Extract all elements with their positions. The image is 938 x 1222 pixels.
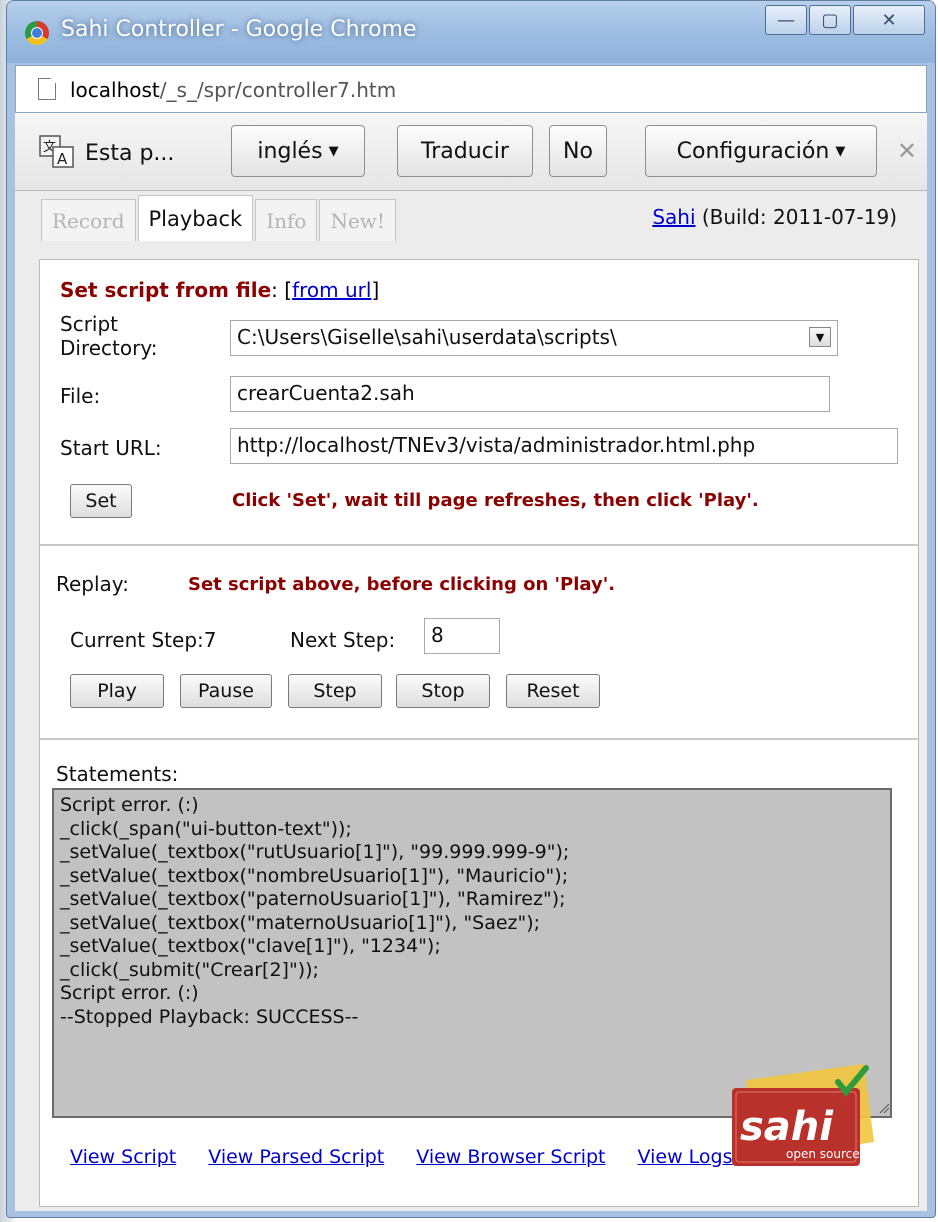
- view-browser-script-link[interactable]: View Browser Script: [416, 1146, 605, 1168]
- translate-icon: 文 A: [39, 135, 74, 168]
- bracket-open: [: [284, 278, 293, 302]
- view-parsed-script-link[interactable]: View Parsed Script: [208, 1146, 384, 1168]
- chrome-logo-icon: [25, 21, 49, 45]
- statement-line: _setValue(_textbox("clave[1]"), "1234");: [60, 935, 441, 957]
- statement-line: _setValue(_textbox("rutUsuario[1]"), "99…: [60, 841, 570, 863]
- translate-button[interactable]: Traducir: [397, 125, 533, 177]
- statement-line: --Stopped Playback: SUCCESS--: [60, 1005, 359, 1028]
- url-text[interactable]: localhost/_s_/spr/controller7.htm: [70, 78, 396, 102]
- statement-line: Script error. (:): [60, 794, 199, 816]
- script-directory-label: Script Directory:: [60, 312, 157, 360]
- divider: [40, 544, 918, 546]
- resize-grip-icon[interactable]: [878, 1102, 890, 1114]
- statement-line: _setValue(_textbox("maternoUsuario[1]"),…: [60, 911, 541, 934]
- url-path: /_s_/spr/controller7.htm: [159, 78, 397, 102]
- maximize-button[interactable]: ▢: [809, 5, 851, 35]
- dropdown-caret-icon: ▼: [835, 143, 846, 159]
- page-content: Record Playback Info New! Sahi (Build: 2…: [15, 191, 927, 1211]
- heading-colon: :: [271, 278, 278, 302]
- build-version: (Build: 2011-07-19): [701, 205, 897, 229]
- next-step-label: Next Step:: [290, 628, 396, 652]
- statements-label: Statements:: [56, 762, 179, 786]
- set-script-title: Set script from file: [60, 278, 272, 302]
- maximize-icon: ▢: [821, 9, 839, 31]
- next-step-input[interactable]: 8: [424, 618, 500, 654]
- tab-new[interactable]: New!: [319, 199, 396, 241]
- script-directory-label-line2: Directory:: [60, 336, 158, 360]
- file-input[interactable]: crearCuenta2.sah: [230, 376, 830, 412]
- file-label: File:: [60, 384, 101, 408]
- browser-window: Sahi Controller - Google Chrome — ▢ ✕ lo…: [6, 0, 936, 1218]
- pause-button[interactable]: Pause: [180, 674, 272, 708]
- window-title: Sahi Controller - Google Chrome: [61, 17, 417, 42]
- chevron-down-icon[interactable]: ▼: [809, 327, 831, 347]
- current-step-value: 7: [203, 628, 217, 652]
- settings-dropdown[interactable]: Configuración ▼: [645, 125, 877, 177]
- script-directory-value: C:\Users\Giselle\sahi\userdata\scripts\: [237, 325, 617, 349]
- script-directory-select[interactable]: C:\Users\Giselle\sahi\userdata\scripts\ …: [230, 320, 838, 356]
- start-url-input[interactable]: http://localhost/TNEv3/vista/administrad…: [230, 428, 898, 464]
- close-icon: ✕: [881, 9, 897, 31]
- step-button[interactable]: Step: [288, 674, 382, 708]
- current-step-label: Current Step:: [70, 628, 204, 652]
- build-info: Sahi (Build: 2011-07-19): [652, 205, 897, 229]
- translate-button-label: Traducir: [421, 138, 509, 164]
- reset-button[interactable]: Reset: [506, 674, 600, 708]
- controller-tabs: Record Playback Info New!: [41, 195, 398, 243]
- stop-button[interactable]: Stop: [396, 674, 490, 708]
- tab-record[interactable]: Record: [41, 199, 136, 241]
- language-dropdown[interactable]: inglés ▼: [231, 125, 365, 177]
- translate-message: Esta p...: [85, 141, 175, 166]
- address-bar[interactable]: localhost/_s_/spr/controller7.htm: [15, 65, 927, 113]
- dropdown-caret-icon: ▼: [328, 143, 339, 159]
- no-button-label: No: [563, 138, 593, 164]
- set-button[interactable]: Set: [70, 484, 132, 518]
- minimize-icon: —: [777, 9, 795, 31]
- window-controls: — ▢ ✕: [765, 5, 925, 35]
- from-url-link[interactable]: from url: [292, 278, 371, 302]
- minimize-button[interactable]: —: [765, 5, 807, 35]
- statement-line: _click(_span("ui-button-text"));: [60, 817, 352, 840]
- page-icon: [38, 78, 56, 100]
- divider: [40, 738, 918, 740]
- playback-panel: Set script from file: [from url] Script …: [39, 259, 919, 1207]
- sahi-logo-subtext: open source: [786, 1147, 860, 1161]
- set-script-heading: Set script from file: [from url]: [60, 278, 379, 302]
- close-window-button[interactable]: ✕: [853, 5, 925, 35]
- replay-hint: Set script above, before clicking on 'Pl…: [188, 574, 616, 595]
- view-logs-link[interactable]: View Logs: [638, 1146, 733, 1168]
- statement-line: _setValue(_textbox("paternoUsuario[1]"),…: [60, 888, 566, 910]
- settings-label: Configuración: [676, 138, 830, 164]
- infobar-close-icon[interactable]: ✕: [897, 137, 917, 165]
- statement-line: _setValue(_textbox("nombreUsuario[1]"), …: [60, 864, 569, 887]
- set-hint: Click 'Set', wait till page refreshes, t…: [232, 490, 759, 511]
- translate-infobar: 文 A Esta p... inglés ▼ Traducir No Config…: [15, 113, 927, 191]
- tab-playback[interactable]: Playback: [137, 195, 254, 241]
- language-label: inglés: [257, 138, 323, 164]
- sahi-link[interactable]: Sahi: [652, 205, 695, 229]
- statement-line: _click(_submit("Crear[2]"));: [60, 958, 319, 981]
- play-button[interactable]: Play: [70, 674, 164, 708]
- script-directory-label-line1: Script: [60, 312, 119, 336]
- tab-info[interactable]: Info: [255, 199, 318, 241]
- no-button[interactable]: No: [549, 125, 607, 177]
- statement-line: Script error. (:): [60, 982, 199, 1004]
- bracket-close: ]: [371, 278, 380, 302]
- sahi-logo-text: sahi: [740, 1104, 834, 1150]
- title-bar: Sahi Controller - Google Chrome — ▢ ✕: [7, 1, 935, 63]
- start-url-label: Start URL:: [60, 436, 162, 460]
- svg-text:A: A: [57, 150, 68, 168]
- footer-links: View Script View Parsed Script View Brow…: [70, 1146, 764, 1168]
- url-host: localhost: [70, 78, 160, 102]
- replay-label: Replay:: [56, 572, 129, 596]
- current-step-display: Current Step:7: [70, 628, 216, 652]
- view-script-link[interactable]: View Script: [70, 1146, 176, 1168]
